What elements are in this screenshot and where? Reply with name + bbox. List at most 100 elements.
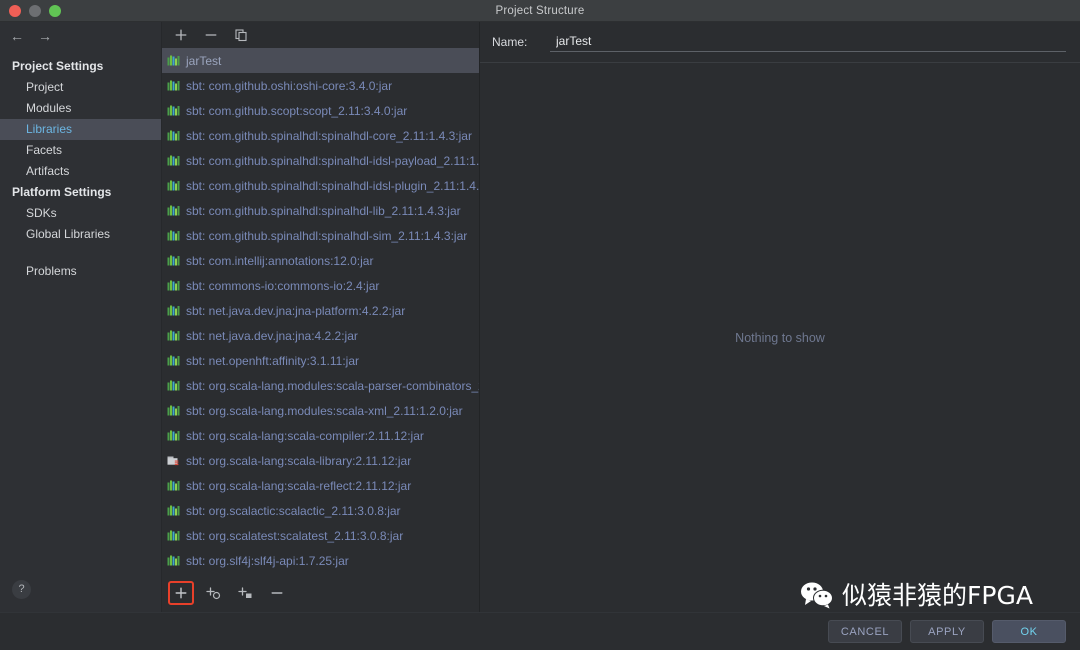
library-list-item-label: sbt: com.github.scopt:scopt_2.11:3.4.0:j… <box>186 103 408 118</box>
library-list-item[interactable]: sbt: org.scala-lang.modules:scala-parser… <box>162 373 479 398</box>
sidebar-item-problems[interactable]: Problems <box>0 261 161 282</box>
library-list-item[interactable]: sbt: org.scala-lang:scala-compiler:2.11.… <box>162 423 479 448</box>
library-list-item[interactable]: sbt: com.github.scopt:scopt_2.11:3.4.0:j… <box>162 98 479 123</box>
add-library-icon[interactable] <box>174 28 188 42</box>
scala-library-icon <box>167 456 179 466</box>
library-list-item-label: sbt: org.scala-lang.modules:scala-parser… <box>186 378 479 393</box>
library-list-item[interactable]: sbt: net.java.dev.jna:jna-platform:4.2.2… <box>162 298 479 323</box>
settings-tree: Project Settings Project Modules Librari… <box>0 50 161 566</box>
library-list-item[interactable]: sbt: com.intellij:annotations:12.0:jar <box>162 248 479 273</box>
library-list-item[interactable]: sbt: org.slf4j:slf4j-api:1.7.25:jar <box>162 548 479 573</box>
maximize-button[interactable] <box>49 4 61 17</box>
project-structure-dialog: Project Structure ← → Project Settings P… <box>0 0 1080 650</box>
cancel-button[interactable]: CANCEL <box>828 620 902 643</box>
library-list-item-label: sbt: com.github.spinalhdl:spinalhdl-lib_… <box>186 203 461 218</box>
library-list-item-label: sbt: com.intellij:annotations:12.0:jar <box>186 253 374 268</box>
library-list-item-label: sbt: org.slf4j:slf4j-api:1.7.25:jar <box>186 553 349 568</box>
library-list-item[interactable]: sbt: com.github.oshi:oshi-core:3.4.0:jar <box>162 73 479 98</box>
close-button[interactable] <box>9 4 21 17</box>
forward-arrow-icon[interactable]: → <box>38 29 52 43</box>
add-from-maven-button[interactable] <box>200 581 226 605</box>
library-name-input[interactable] <box>550 32 1066 52</box>
sidebar-item-modules[interactable]: Modules <box>0 98 161 119</box>
sidebar-item-global-libraries[interactable]: Global Libraries <box>0 224 161 245</box>
help-area: ? <box>0 566 161 612</box>
library-list-item-label: sbt: com.github.spinalhdl:spinalhdl-sim_… <box>186 228 468 243</box>
add-from-maven-icon <box>206 587 221 600</box>
remove-button[interactable] <box>264 581 290 605</box>
library-list-item[interactable]: sbt: org.scalactic:scalactic_2.11:3.0.8:… <box>162 498 479 523</box>
library-list-item[interactable]: sbt: org.scala-lang:scala-reflect:2.11.1… <box>162 473 479 498</box>
library-list-item[interactable]: sbt: commons-io:commons-io:2.4:jar <box>162 273 479 298</box>
library-icon <box>167 255 180 266</box>
back-arrow-icon[interactable]: ← <box>10 29 24 43</box>
copy-library-icon[interactable] <box>234 28 248 42</box>
ok-button[interactable]: OK <box>992 620 1066 643</box>
window-controls <box>0 4 61 17</box>
library-icon <box>167 280 180 291</box>
sidebar-group-platform-settings: Platform Settings <box>12 185 112 199</box>
library-list-item-label: sbt: com.github.oshi:oshi-core:3.4.0:jar <box>186 78 393 93</box>
library-list-item[interactable]: sbt: net.java.dev.jna:jna:4.2.2:jar <box>162 323 479 348</box>
sidebar-item-libraries[interactable]: Libraries <box>0 119 161 140</box>
library-list-item[interactable]: sbt: com.github.spinalhdl:spinalhdl-core… <box>162 123 479 148</box>
library-list-item[interactable]: sbt: com.github.spinalhdl:spinalhdl-sim_… <box>162 223 479 248</box>
library-list-item[interactable]: sbt: com.github.spinalhdl:spinalhdl-idsl… <box>162 173 479 198</box>
library-icon <box>167 555 180 566</box>
apply-button[interactable]: APPLY <box>910 620 984 643</box>
library-list-item-label: sbt: net.openhft:affinity:3.1.11:jar <box>186 353 360 368</box>
help-icon[interactable]: ? <box>12 579 31 599</box>
sidebar-item-artifacts[interactable]: Artifacts <box>0 161 161 182</box>
dialog-body: ← → Project Settings Project Modules Lib… <box>0 22 1080 612</box>
libraries-panel: jarTest sbt: com.github.oshi:oshi-core:3.… <box>162 22 480 612</box>
add-from-module-button[interactable] <box>232 581 258 605</box>
library-icon <box>167 105 180 116</box>
library-icon <box>167 80 180 91</box>
window-title: Project Structure <box>495 4 585 17</box>
library-list-item[interactable]: sbt: net.openhft:affinity:3.1.11:jar <box>162 348 479 373</box>
settings-sidebar: ← → Project Settings Project Modules Lib… <box>0 22 162 612</box>
libraries-bottom-toolbar <box>162 574 479 612</box>
library-list-item-label: sbt: org.scala-lang.modules:scala-xml_2.… <box>186 403 463 418</box>
library-icon <box>167 230 180 241</box>
sidebar-item-sdks[interactable]: SDKs <box>0 203 161 224</box>
name-label: Name: <box>492 35 528 49</box>
dialog-footer: CANCEL APPLY OK <box>0 612 1080 650</box>
library-list-item[interactable]: sbt: org.slf4j:slf4j-simple:1.7.25:jar <box>162 573 479 574</box>
sidebar-item-project[interactable]: Project <box>0 77 161 98</box>
library-list-item-label: sbt: org.scala-lang:scala-library:2.11.1… <box>186 453 412 468</box>
library-icon <box>167 505 180 516</box>
library-list-item[interactable]: sbt: com.github.spinalhdl:spinalhdl-idsl… <box>162 148 479 173</box>
library-list-item[interactable]: sbt: org.scala-lang:scala-library:2.11.1… <box>162 448 479 473</box>
library-list-item[interactable]: sbt: com.github.spinalhdl:spinalhdl-lib_… <box>162 198 479 223</box>
add-from-module-icon <box>238 587 252 598</box>
library-icon <box>167 405 180 416</box>
library-list-item-label: sbt: com.github.spinalhdl:spinalhdl-core… <box>186 128 472 143</box>
library-list-item-label: sbt: org.scalactic:scalactic_2.11:3.0.8:… <box>186 503 401 518</box>
library-list-item-label: sbt: net.java.dev.jna:jna:4.2.2:jar <box>186 328 358 343</box>
minimize-button[interactable] <box>29 4 41 17</box>
sidebar-item-facets[interactable]: Facets <box>0 140 161 161</box>
library-icon <box>167 430 180 441</box>
library-list-item[interactable]: sbt: org.scalatest:scalatest_2.11:3.0.8:… <box>162 523 479 548</box>
library-icon <box>167 530 180 541</box>
library-list-item-label: sbt: com.github.spinalhdl:spinalhdl-idsl… <box>186 153 479 168</box>
plus-icon <box>175 587 187 599</box>
library-icon <box>167 480 180 491</box>
title-bar: Project Structure <box>0 0 1080 22</box>
remove-library-icon[interactable] <box>204 28 218 42</box>
add-button[interactable] <box>168 581 194 605</box>
minus-icon <box>271 592 283 594</box>
libraries-toolbar <box>162 22 479 48</box>
library-list-item-label: sbt: commons-io:commons-io:2.4:jar <box>186 278 380 293</box>
library-list-item[interactable]: sbt: org.scala-lang.modules:scala-xml_2.… <box>162 398 479 423</box>
library-list-item-label: sbt: org.scalatest:scalatest_2.11:3.0.8:… <box>186 528 404 543</box>
library-contents-area: Nothing to show <box>480 62 1080 612</box>
libraries-list[interactable]: jarTest sbt: com.github.oshi:oshi-core:3.… <box>162 48 479 574</box>
library-icon <box>167 330 180 341</box>
library-icon <box>167 380 180 391</box>
library-list-item-label: sbt: org.scala-lang:scala-compiler:2.11.… <box>186 428 424 443</box>
library-detail-pane: Name: Nothing to show <box>480 22 1080 612</box>
library-list-item[interactable]: jarTest <box>162 48 479 73</box>
